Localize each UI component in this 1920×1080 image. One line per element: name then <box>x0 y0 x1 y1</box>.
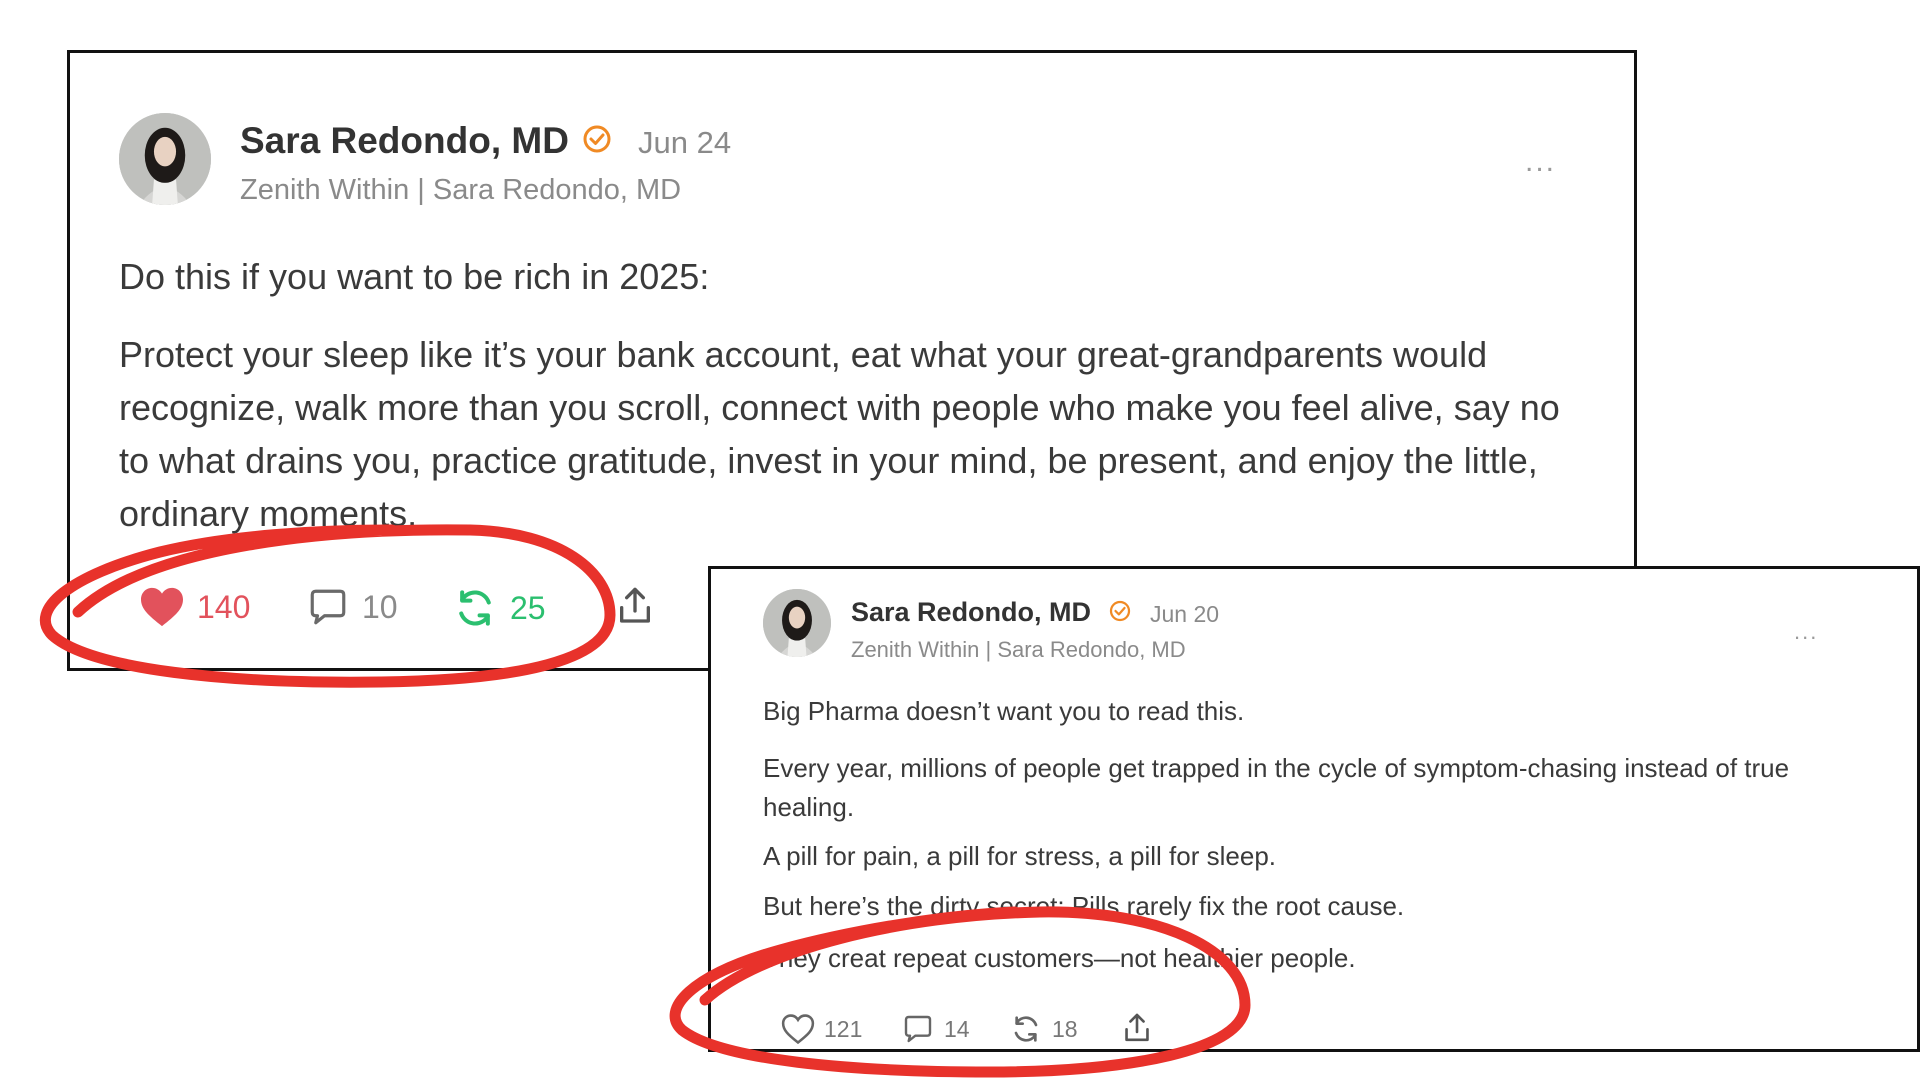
author-avatar[interactable] <box>119 113 211 205</box>
comment-icon <box>310 589 346 625</box>
comment-count: 14 <box>944 1015 970 1042</box>
post-date[interactable]: Jun 20 <box>1150 601 1219 628</box>
share-icon <box>1125 1013 1149 1042</box>
post-paragraph: Protect your sleep like it’s your bank a… <box>119 334 1560 534</box>
restack-count: 18 <box>1052 1015 1078 1042</box>
like-button[interactable]: 140 <box>139 586 250 628</box>
restack-button[interactable]: 18 <box>1009 1013 1078 1045</box>
comment-button[interactable]: 14 <box>901 1013 970 1045</box>
publication-name[interactable]: Zenith Within | Sara Redondo, MD <box>240 174 681 207</box>
share-button[interactable] <box>1121 1011 1153 1045</box>
post-card-2: Sara Redondo, MD Jun 20 Zenith Within | … <box>708 566 1920 1052</box>
verified-icon <box>583 125 611 153</box>
avatar-image <box>763 589 831 657</box>
avatar-image <box>119 113 211 205</box>
restack-count: 25 <box>510 589 546 626</box>
restack-button[interactable]: 25 <box>452 586 546 630</box>
share-icon <box>620 587 650 623</box>
like-count: 140 <box>197 588 251 625</box>
author-name[interactable]: Sara Redondo, MD <box>851 597 1091 628</box>
more-icon[interactable]: ... <box>1794 619 1818 645</box>
restack-icon <box>459 590 491 626</box>
publication-name[interactable]: Zenith Within | Sara Redondo, MD <box>851 637 1186 663</box>
post-paragraph: Every year, millions of people get trapp… <box>763 753 1790 822</box>
heart-icon <box>781 1014 815 1045</box>
like-button[interactable]: 121 <box>781 1013 862 1045</box>
like-count: 121 <box>824 1015 863 1042</box>
comment-button[interactable]: 10 <box>306 586 398 628</box>
author-name[interactable]: Sara Redondo, MD <box>240 120 569 162</box>
comment-count: 10 <box>362 588 398 625</box>
share-button[interactable] <box>615 584 655 628</box>
post-paragraph: But here’s the dirty secret: Pills rarel… <box>763 891 1405 921</box>
post-paragraph: Do this if you want to be rich in 2025: <box>119 256 710 297</box>
verified-icon <box>1109 600 1131 622</box>
restack-icon <box>1014 1016 1038 1042</box>
comment-icon <box>904 1015 932 1043</box>
more-icon[interactable]: ... <box>1525 145 1556 179</box>
post-paragraph: They creat repeat customers—not healthie… <box>763 943 1356 973</box>
post-paragraph: Big Pharma doesn’t want you to read this… <box>763 696 1245 726</box>
author-avatar[interactable] <box>763 589 831 657</box>
post-date[interactable]: Jun 24 <box>638 125 731 161</box>
heart-icon <box>141 587 183 627</box>
post-paragraph: A pill for pain, a pill for stress, a pi… <box>763 841 1277 871</box>
